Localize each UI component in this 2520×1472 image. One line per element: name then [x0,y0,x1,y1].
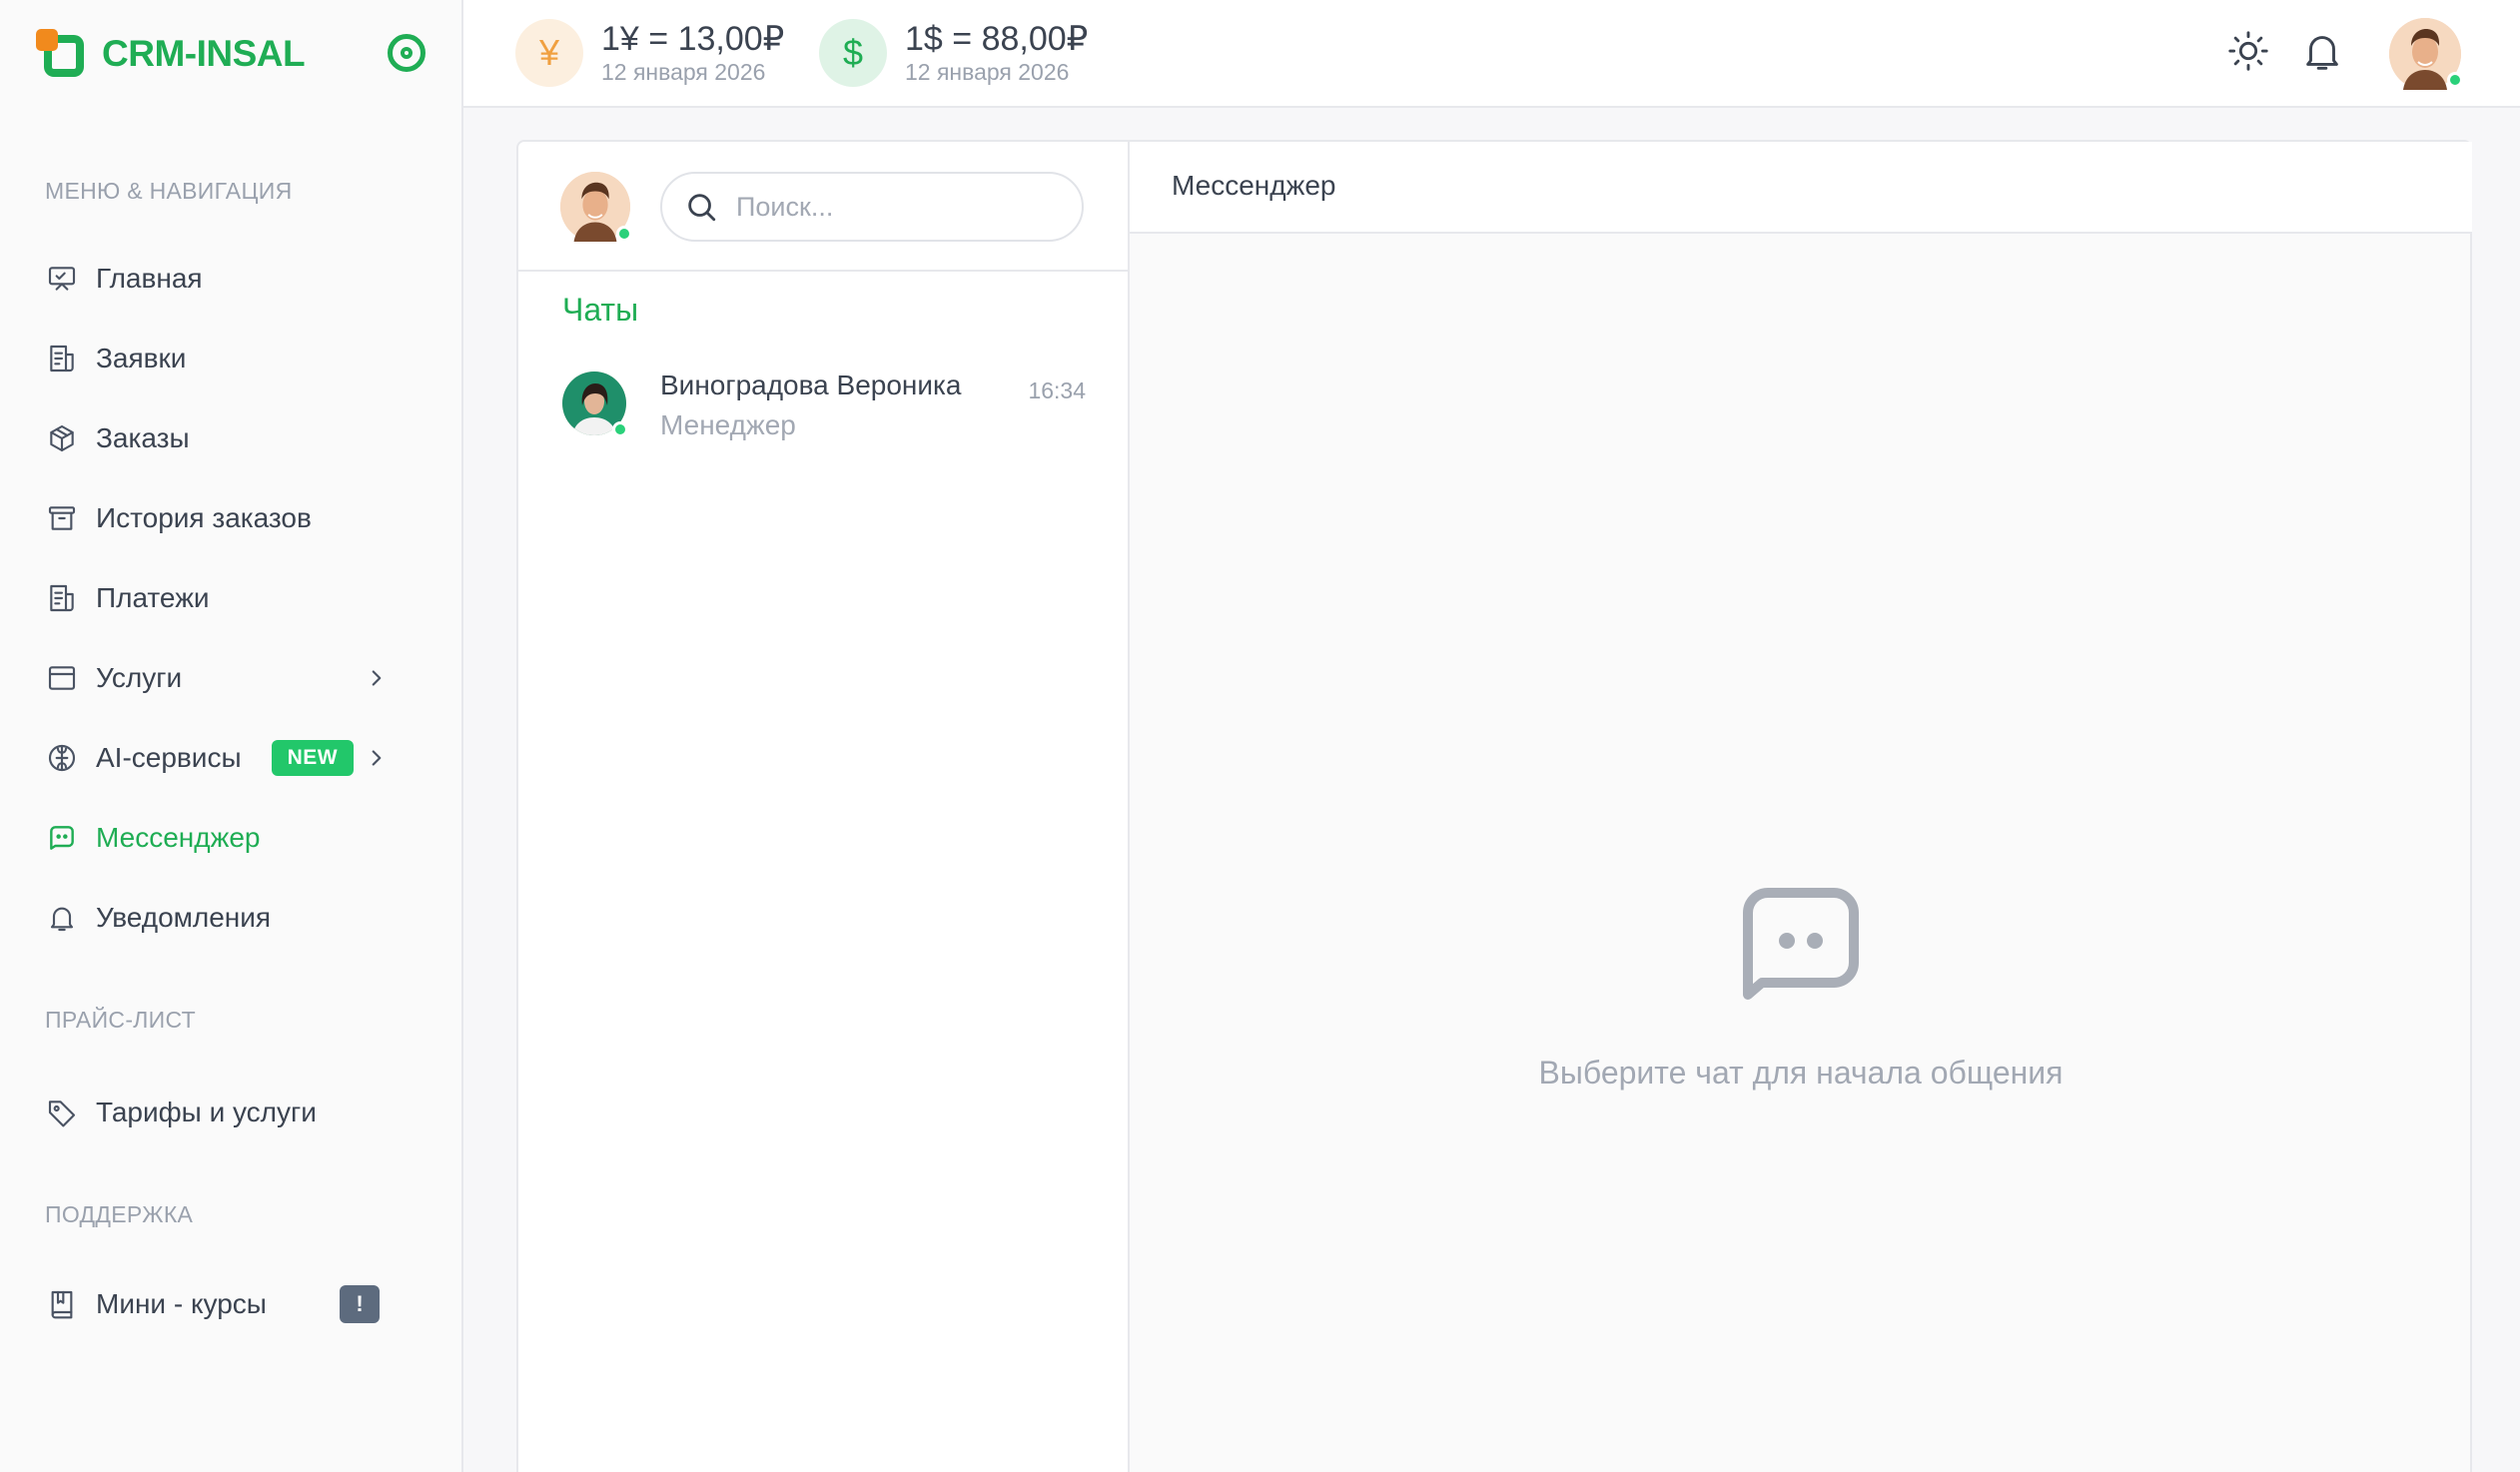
receipt-icon [30,341,96,376]
search-input[interactable] [736,191,1066,223]
logo-icon [36,29,86,79]
sidebar-item-messenger[interactable]: Мессенджер [30,807,433,869]
book-icon [30,1286,96,1322]
sidebar-item-tariffs[interactable]: Тарифы и услуги [30,1082,433,1143]
sidebar-item-ai-services[interactable]: AI-сервисы NEW [30,727,433,789]
chat-contact-role: Менеджер [660,409,796,440]
sidebar-item-order-history[interactable]: История заказов [30,487,433,549]
search-icon [688,194,716,222]
user-avatar[interactable] [2389,18,2463,90]
rate-value: 1¥ = 13,00₽ [601,20,785,58]
chevron-right-icon [372,670,382,686]
sun-icon [2228,31,2268,71]
presentation-icon [30,261,96,297]
notifications-button[interactable] [2299,28,2345,74]
sidebar-item-label: Платежи [96,582,210,613]
brand-logo[interactable]: CRM-INSAL [36,26,306,82]
sidebar-item-label: AI-сервисы [96,742,242,773]
sidebar-item-orders[interactable]: Заказы [30,407,433,469]
chat-list-header [518,142,1128,272]
bell-icon [2306,36,2338,70]
chat-list-item[interactable]: Виноградова Вероника Менеджер 16:34 [518,360,1128,459]
sidebar-item-mini-courses[interactable]: Мини - курсы ! [30,1273,433,1335]
brand-name: CRM-INSAL [102,33,306,74]
sidebar: CRM-INSAL МЕНЮ & НАВИГАЦИЯ Главная Заявк… [0,0,463,1472]
window-icon [30,660,96,696]
messenger-header: Мессенджер [1130,142,2472,234]
bell-icon [30,900,96,936]
rate-value: 1$ = 88,00₽ [905,20,1089,58]
chat-contact-name: Виноградова Вероника [660,369,962,400]
yen-icon: ¥ [515,19,583,87]
target-icon [401,47,413,59]
sidebar-item-notifications[interactable]: Уведомления [30,887,433,949]
receipt-icon [30,580,96,616]
sidebar-item-label: Тарифы и услуги [96,1097,317,1127]
chat-list-panel: Чаты Виноградова Вероника Менеджер 16:34 [516,140,1128,1472]
theme-toggle-button[interactable] [2225,28,2271,74]
sidebar-item-label: Услуги [96,662,183,693]
sidebar-item-label: Заказы [96,422,190,453]
chats-title: Чаты [562,292,639,328]
alert-badge: ! [340,1285,380,1323]
nav-section-title: МЕНЮ & НАВИГАЦИЯ [45,178,293,204]
rate-dollar: $ 1$ = 88,00₽ 12 января 2026 [819,16,1088,90]
sidebar-toggle-button[interactable] [388,34,425,72]
chat-bubble-icon [1743,888,1859,1000]
sidebar-item-requests[interactable]: Заявки [30,328,433,389]
sidebar-item-label: Мессенджер [96,822,261,853]
tag-icon [30,1095,96,1130]
my-avatar[interactable] [560,172,632,242]
nav-section-title: ПОДДЕРЖКА [45,1201,194,1227]
search-box[interactable] [660,172,1084,242]
rate-yen: ¥ 1¥ = 13,00₽ 12 января 2026 [515,16,784,90]
sidebar-item-payments[interactable]: Платежи [30,567,433,629]
new-badge: NEW [271,740,355,776]
sidebar-item-label: История заказов [96,502,312,533]
contact-avatar [562,371,628,437]
archive-icon [30,500,96,536]
sidebar-item-label: Заявки [96,343,187,373]
chat-icon [30,820,96,856]
online-indicator [612,421,628,437]
empty-state-text: Выберите чат для начала общения [1538,1055,2064,1091]
rate-date: 12 января 2026 [905,59,1070,85]
chevron-right-icon [372,750,382,766]
rate-date: 12 января 2026 [601,59,766,85]
nav-section-title: ПРАЙС-ЛИСТ [45,1007,196,1033]
messenger-title: Мессенджер [1172,170,1336,201]
online-indicator [2447,72,2463,88]
sidebar-item-label: Мини - курсы [96,1288,267,1319]
sidebar-item-home[interactable]: Главная [30,248,433,310]
top-header: ¥ 1¥ = 13,00₽ 12 января 2026 $ 1$ = 88,0… [463,0,2520,108]
brain-icon [30,740,96,776]
chat-time: 16:34 [1028,377,1086,403]
box-icon [30,420,96,456]
sidebar-item-label: Уведомления [96,902,272,933]
messenger-pane: Мессенджер Выберите чат для начала общен… [1128,140,2472,1472]
sidebar-item-services[interactable]: Услуги [30,647,433,709]
dollar-icon: $ [819,19,887,87]
online-indicator [616,226,632,242]
sidebar-item-label: Главная [96,263,203,294]
